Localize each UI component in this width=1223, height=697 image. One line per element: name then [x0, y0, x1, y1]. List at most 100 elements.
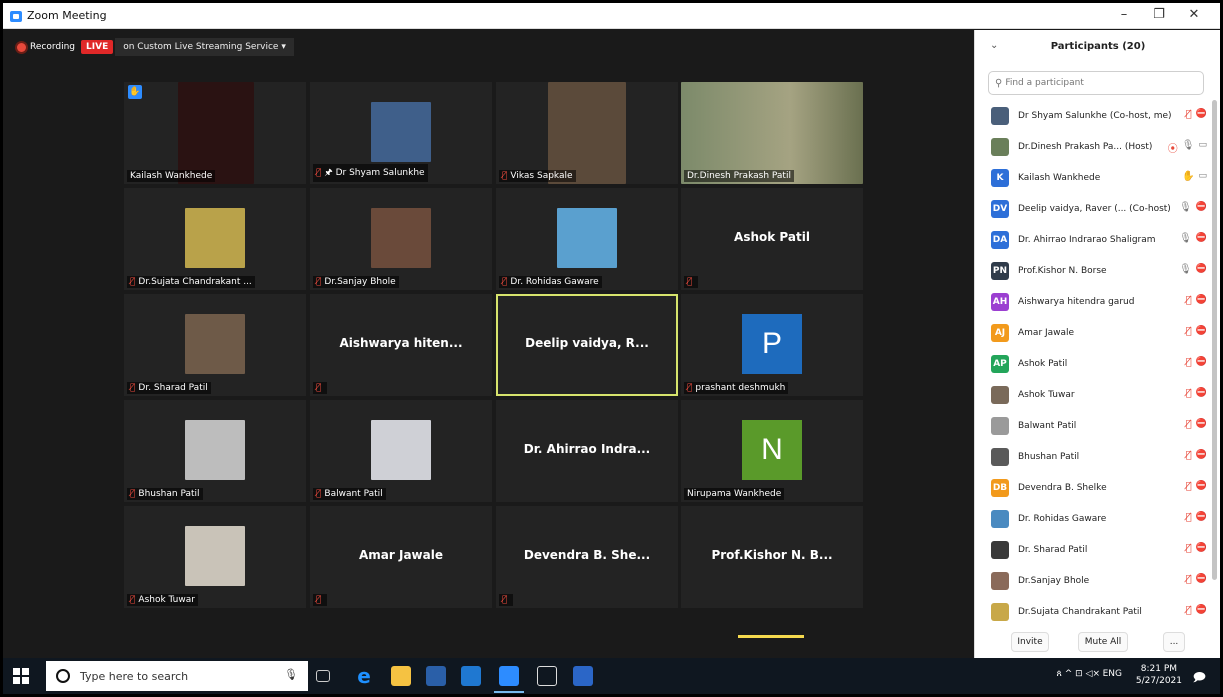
video-tile[interactable]: 🎙̸ Dr. Sharad Patil — [124, 294, 306, 396]
video-tile[interactable]: 🎙̸ Dr. Rohidas Gaware — [496, 188, 678, 290]
video-tile[interactable]: 🎙̸ Dr.Sanjay Bhole — [310, 188, 492, 290]
participant-row[interactable]: Bhushan Patil 🎙̸ ⛔ — [975, 441, 1213, 472]
zoom-taskbar-icon[interactable] — [499, 666, 519, 686]
participant-row[interactable]: Dr.Dinesh Prakash Pa... (Host) ⦿ 🎙 ▭ — [975, 131, 1213, 162]
taskbar-clock[interactable]: 8:21 PM 5/27/2021 — [1136, 663, 1182, 687]
mic-muted-icon[interactable]: 🎙̸ — [1186, 109, 1192, 120]
participant-row[interactable]: K Kailash Wankhede ✋ ▭ — [975, 162, 1213, 193]
participant-row[interactable]: Balwant Patil 🎙̸ ⛔ — [975, 410, 1213, 441]
video-tile[interactable]: Dr.Dinesh Prakash Patil — [681, 82, 863, 184]
close-button[interactable]: ✕ — [1179, 6, 1209, 24]
more-options-button[interactable]: ... — [1163, 632, 1185, 652]
participant-row[interactable]: AP Ashok Patil 🎙̸ ⛔ — [975, 348, 1213, 379]
mic-muted-icon[interactable]: 🎙̸ — [1186, 388, 1192, 399]
video-tile[interactable]: 🎙̸ 🖈 Dr Shyam Salunkhe — [310, 82, 492, 184]
video-off-icon[interactable]: ⛔ — [1196, 233, 1207, 244]
video-tile[interactable]: Devendra B. She... 🎙̸ — [496, 506, 678, 608]
participant-initial-avatar: P — [742, 314, 802, 374]
mic-muted-icon[interactable]: 🎙̸ — [1186, 295, 1192, 306]
video-off-icon[interactable]: ⛔ — [1196, 202, 1207, 213]
mic-muted-icon[interactable]: 🎙̸ — [1186, 419, 1192, 430]
mute-all-button[interactable]: Mute All — [1078, 632, 1128, 652]
participant-row[interactable]: Dr.Sujata Chandrakant Patil 🎙̸ ⛔ — [975, 596, 1213, 627]
video-off-icon[interactable]: ⛔ — [1196, 109, 1207, 120]
video-tile[interactable]: 🎙̸ Balwant Patil — [310, 400, 492, 502]
video-tile[interactable]: Amar Jawale 🎙̸ — [310, 506, 492, 608]
mic-muted-icon[interactable]: 🎙̸ — [1186, 512, 1192, 523]
video-off-icon[interactable]: ⛔ — [1196, 388, 1207, 399]
participant-search[interactable]: ⚲ — [988, 71, 1204, 95]
video-tile[interactable]: 🎙̸ Vikas Sapkale — [496, 82, 678, 184]
task-view-icon[interactable] — [316, 670, 330, 682]
participant-row[interactable]: Dr Shyam Salunkhe (Co-host, me) 🎙̸ ⛔ — [975, 100, 1213, 131]
video-off-icon[interactable]: ⛔ — [1196, 481, 1207, 492]
video-tile[interactable]: Prof.Kishor N. B... — [681, 506, 863, 608]
participant-search-input[interactable] — [1005, 78, 1186, 88]
video-off-icon[interactable]: ⛔ — [1196, 357, 1207, 368]
taskbar-search[interactable]: Type here to search 🎙 — [46, 661, 308, 691]
live-stream-dropdown[interactable]: on Custom Live Streaming Service ▾ — [115, 38, 294, 56]
video-off-icon[interactable]: ⛔ — [1196, 450, 1207, 461]
video-tile[interactable]: ✋ Kailash Wankhede — [124, 82, 306, 184]
video-off-icon[interactable]: ⛔ — [1196, 295, 1207, 306]
mic-muted-icon[interactable]: 🎙̸ — [1186, 543, 1192, 554]
recording-label[interactable]: Recording — [30, 42, 75, 52]
raised-hand-icon[interactable]: ✋ — [1182, 171, 1194, 182]
video-on-icon[interactable]: ▭ — [1198, 171, 1207, 182]
video-off-icon[interactable]: ⛔ — [1196, 574, 1207, 585]
mic-muted-icon[interactable]: 🎙̸ — [1186, 357, 1192, 368]
video-off-icon[interactable]: ⛔ — [1196, 419, 1207, 430]
restore-button[interactable]: ❐ — [1144, 6, 1174, 24]
participant-row[interactable]: Dr.Sanjay Bhole 🎙̸ ⛔ — [975, 565, 1213, 596]
mic-muted-icon[interactable]: 🎙̸ — [1186, 605, 1192, 616]
video-off-icon[interactable]: ⛔ — [1196, 605, 1207, 616]
participant-row[interactable]: Dr. Sharad Patil 🎙̸ ⛔ — [975, 534, 1213, 565]
mic-muted-icon[interactable]: 🎙̸ — [1186, 326, 1192, 337]
participant-status-icons: 🎙̸ ⛔ — [1186, 450, 1207, 461]
invite-button[interactable]: Invite — [1011, 632, 1049, 652]
mic-on-icon[interactable]: 🎙 — [1179, 264, 1192, 275]
video-tile[interactable]: Aishwarya hiten... 🎙̸ — [310, 294, 492, 396]
windows-start-icon[interactable] — [13, 668, 29, 684]
participant-row[interactable]: DB Devendra B. Shelke 🎙̸ ⛔ — [975, 472, 1213, 503]
video-off-icon[interactable]: ⛔ — [1196, 264, 1207, 275]
edge-icon[interactable]: e — [354, 666, 374, 686]
notification-icon[interactable]: 🗩 — [1193, 668, 1206, 694]
system-tray-icons[interactable]: ጰ ^ ⊡ ◁× — [1057, 669, 1101, 694]
video-tile[interactable]: N Nirupama Wankhede — [681, 400, 863, 502]
mic-on-icon[interactable]: 🎙 — [1179, 233, 1192, 244]
video-on-icon[interactable]: ▭ — [1198, 140, 1207, 155]
video-tile[interactable]: Deelip vaidya, R... — [496, 294, 678, 396]
video-tile[interactable]: Dr. Ahirrao Indra... — [496, 400, 678, 502]
language-indicator[interactable]: ENG — [1103, 669, 1122, 694]
video-off-icon[interactable]: ⛔ — [1196, 543, 1207, 554]
video-tile[interactable]: 🎙̸ Ashok Tuwar — [124, 506, 306, 608]
mic-muted-icon[interactable]: 🎙̸ — [1186, 450, 1192, 461]
participant-row[interactable]: PN Prof.Kishor N. Borse 🎙 ⛔ — [975, 255, 1213, 286]
video-tile[interactable]: Ashok Patil 🎙̸ — [681, 188, 863, 290]
photos-icon[interactable] — [537, 666, 557, 686]
participant-row[interactable]: DA Dr. Ahirrao Indrarao Shaligram 🎙 ⛔ — [975, 224, 1213, 255]
mic-speaking-icon[interactable]: 🎙 — [1179, 202, 1192, 213]
participant-row[interactable]: DV Deelip vaidya, Raver (... (Co-host) 🎙 ⛔ — [975, 193, 1213, 224]
mail-icon[interactable] — [461, 666, 481, 686]
video-tile[interactable]: P 🎙̸ prashant deshmukh — [681, 294, 863, 396]
video-off-icon[interactable]: ⛔ — [1196, 512, 1207, 523]
file-explorer-icon[interactable] — [391, 666, 411, 686]
microphone-icon[interactable]: 🎙 — [284, 668, 298, 681]
video-tile[interactable]: 🎙̸ Bhushan Patil — [124, 400, 306, 502]
participant-name: Dr Shyam Salunkhe (Co-host, me) — [1018, 110, 1172, 121]
word-icon[interactable] — [573, 666, 593, 686]
store-icon[interactable] — [426, 666, 446, 686]
minimize-button[interactable]: – — [1109, 6, 1139, 24]
video-off-icon[interactable]: ⛔ — [1196, 326, 1207, 337]
mic-muted-icon[interactable]: 🎙̸ — [1186, 481, 1192, 492]
participant-list-scrollbar[interactable] — [1212, 100, 1217, 580]
video-tile[interactable]: 🎙̸ Dr.Sujata Chandrakant ... — [124, 188, 306, 290]
participant-row[interactable]: Dr. Rohidas Gaware 🎙̸ ⛔ — [975, 503, 1213, 534]
mic-muted-icon[interactable]: 🎙̸ — [1186, 574, 1192, 585]
participant-row[interactable]: AJ Amar Jawale 🎙̸ ⛔ — [975, 317, 1213, 348]
participant-row[interactable]: Ashok Tuwar 🎙̸ ⛔ — [975, 379, 1213, 410]
mic-on-icon[interactable]: 🎙 — [1182, 140, 1195, 155]
participant-row[interactable]: AH Aishwarya hitendra garud 🎙̸ ⛔ — [975, 286, 1213, 317]
